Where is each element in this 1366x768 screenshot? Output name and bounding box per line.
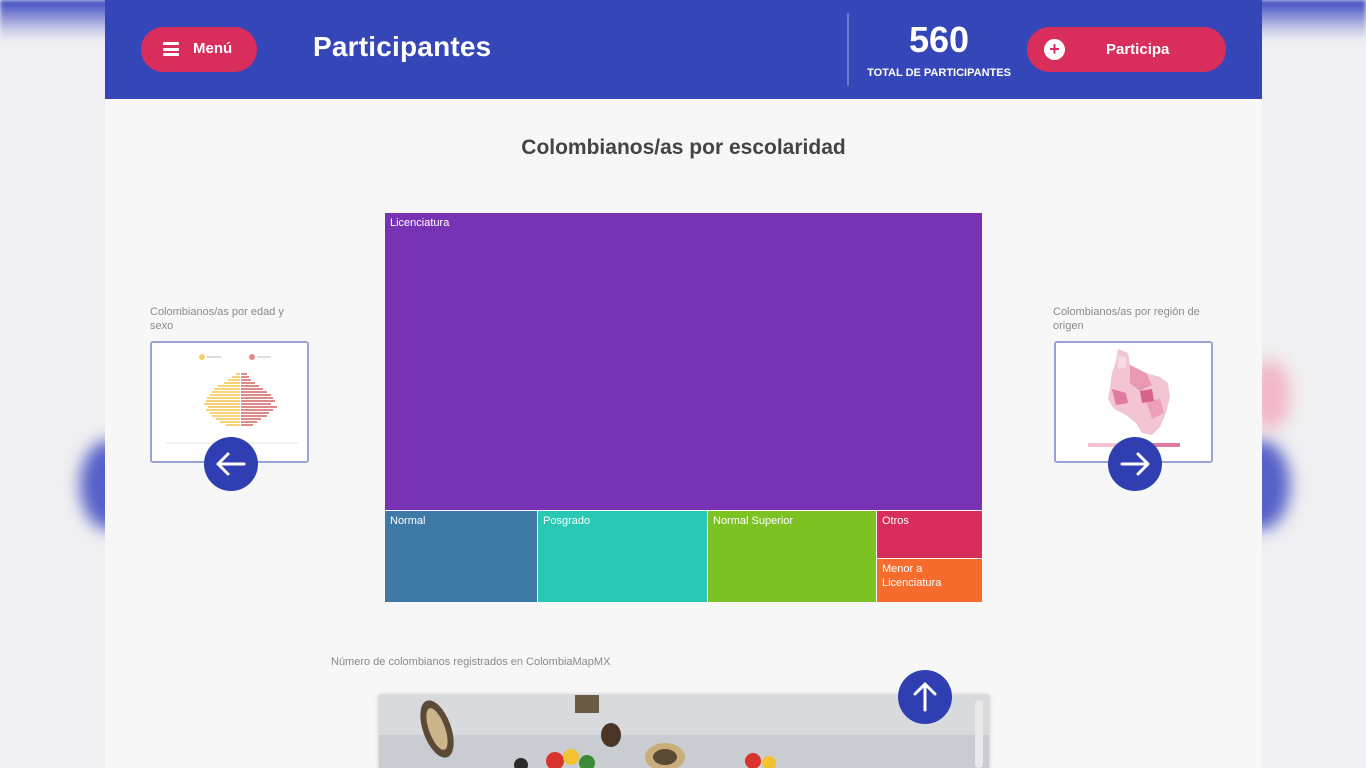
treemap-cell-normal[interactable]: Normal — [385, 511, 537, 602]
treemap-label-normal: Normal — [390, 515, 426, 527]
menu-label: Menú — [193, 40, 233, 57]
treemap-cell-normal-superior[interactable]: Normal Superior — [708, 511, 876, 602]
arrow-up-icon — [913, 682, 937, 712]
scroll-top-button[interactable] — [898, 670, 952, 724]
page-title: Participantes — [313, 31, 492, 62]
arrow-right-icon — [1120, 452, 1150, 476]
treemap-label-otros: Otros — [882, 515, 909, 527]
treemap-label-posgrado: Posgrado — [543, 515, 591, 527]
treemap-cell-otros[interactable]: Otros — [877, 511, 982, 558]
treemap-label-normal-superior: Normal Superior — [713, 515, 794, 527]
treemap-cell-licenciatura[interactable]: Licenciatura — [385, 213, 982, 510]
hamburger-icon — [163, 42, 179, 56]
registered-count-label: Número de colombianos registrados en Col… — [331, 656, 611, 668]
treemap-cell-menor-licenciatura[interactable]: Menor a Licenciatura — [877, 559, 982, 602]
treemap-label-licenciatura: Licenciatura — [390, 217, 450, 229]
escolaridad-treemap: Licenciatura Normal Posgrado Normal Supe… — [385, 213, 982, 602]
header-divider — [847, 13, 849, 86]
main-panel: Menú Participantes 560 TOTAL DE PARTICIP… — [105, 0, 1262, 768]
participa-label: Participa — [1106, 41, 1170, 58]
section-title: Colombianos/as por escolaridad — [521, 136, 846, 159]
treemap-label-menor-licenciatura: Menor a Licenciatura — [882, 563, 942, 589]
next-chart-label: Colombianos/as por región de origen — [1053, 306, 1200, 332]
prev-chart-label: Colombianos/as por edad y sexo — [150, 306, 284, 332]
participa-button[interactable]: + Participa — [1027, 27, 1226, 72]
photo-scrollbar[interactable] — [975, 700, 983, 768]
plus-circle-icon: + — [1044, 39, 1065, 60]
arrow-left-icon — [216, 452, 246, 476]
menu-button[interactable]: Menú — [141, 27, 257, 72]
total-label: TOTAL DE PARTICIPANTES — [867, 67, 1011, 79]
prev-chart-button[interactable] — [204, 437, 258, 491]
next-chart-button[interactable] — [1108, 437, 1162, 491]
top-bar: Menú Participantes 560 TOTAL DE PARTICIP… — [105, 0, 1262, 99]
treemap-cell-posgrado[interactable]: Posgrado — [538, 511, 707, 602]
total-count: 560 — [908, 19, 970, 60]
